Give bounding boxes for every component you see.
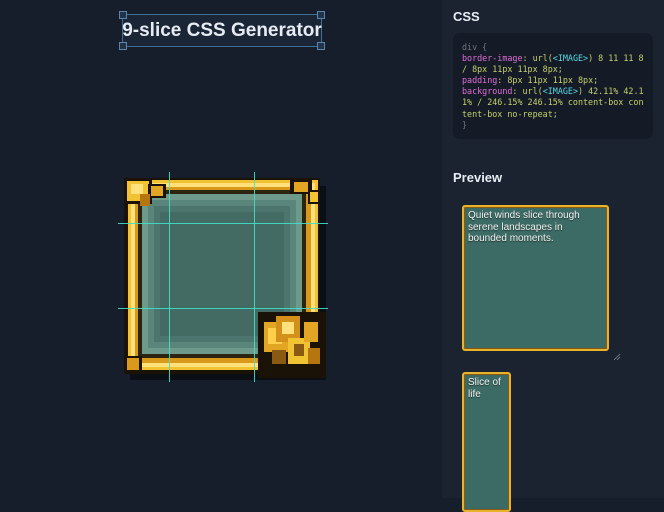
code-background-fn: url( — [522, 86, 543, 97]
resize-grip-icon[interactable] — [613, 353, 621, 361]
frame-sprite-image — [124, 178, 326, 380]
preview-large-text: Quiet winds slice through serene landsca… — [468, 210, 580, 244]
css-code-block[interactable]: div { border-image: url(<IMAGE>) 8 11 11… — [453, 33, 653, 139]
css-heading: CSS — [453, 9, 480, 24]
code-background-img: <IMAGE> — [542, 86, 578, 97]
code-selector-close: } — [462, 119, 468, 130]
resize-handle-top-right[interactable] — [317, 11, 325, 19]
code-background-prop: background — [462, 86, 513, 97]
resize-handle-bottom-right[interactable] — [317, 42, 325, 50]
page-title: 9-slice CSS Generator — [122, 19, 322, 41]
preview-heading: Preview — [453, 170, 503, 185]
slice-guide-bottom[interactable] — [118, 308, 328, 309]
code-border-image-fn: url( — [532, 53, 553, 64]
code-selector-open: div { — [462, 42, 488, 52]
code-border-image-img: <IMAGE> — [552, 53, 589, 64]
code-border-image-prop: border-image — [462, 53, 523, 64]
output-panel: CSS div { border-image: url(<IMAGE>) 8 1… — [442, 0, 664, 512]
preview-small-box[interactable]: Slice of life — [462, 372, 511, 512]
slice-guide-left[interactable] — [169, 172, 170, 382]
title-box[interactable]: 9-slice CSS Generator — [119, 11, 325, 50]
preview-large-box[interactable]: Quiet winds slice through serene landsca… — [462, 205, 609, 351]
resize-handle-bottom-left[interactable] — [119, 42, 127, 50]
editor-workspace: 9-slice CSS Generator — [0, 0, 442, 498]
code-padding-val: 8px 11px 11px 8px; — [507, 75, 599, 86]
sprite-canvas[interactable] — [118, 172, 328, 382]
code-padding-prop: padding — [462, 75, 498, 86]
resize-handle-top-left[interactable] — [119, 11, 127, 19]
slice-guide-right[interactable] — [254, 172, 255, 382]
preview-small-text: Slice of life — [468, 377, 501, 400]
slice-guide-top[interactable] — [118, 223, 328, 224]
